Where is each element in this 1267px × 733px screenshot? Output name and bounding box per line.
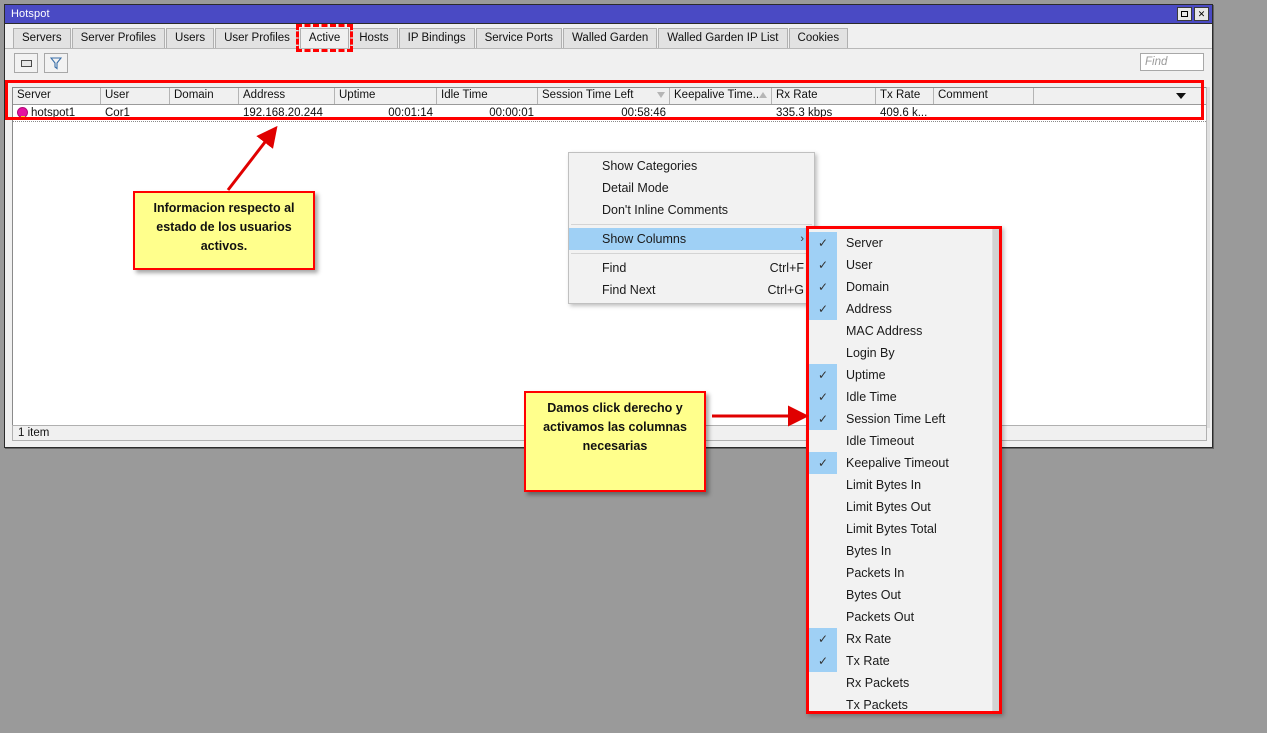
annotation-note-active-info: Informacion respecto al estado de los us… xyxy=(133,191,315,270)
screenshot-root: Hotspot ✕ Servers Server Profiles Users Use… xyxy=(0,0,1267,733)
annotation-note-right-click: Damos click derecho y activamos las colu… xyxy=(524,391,706,492)
annotation-arrow-1 xyxy=(226,125,809,427)
